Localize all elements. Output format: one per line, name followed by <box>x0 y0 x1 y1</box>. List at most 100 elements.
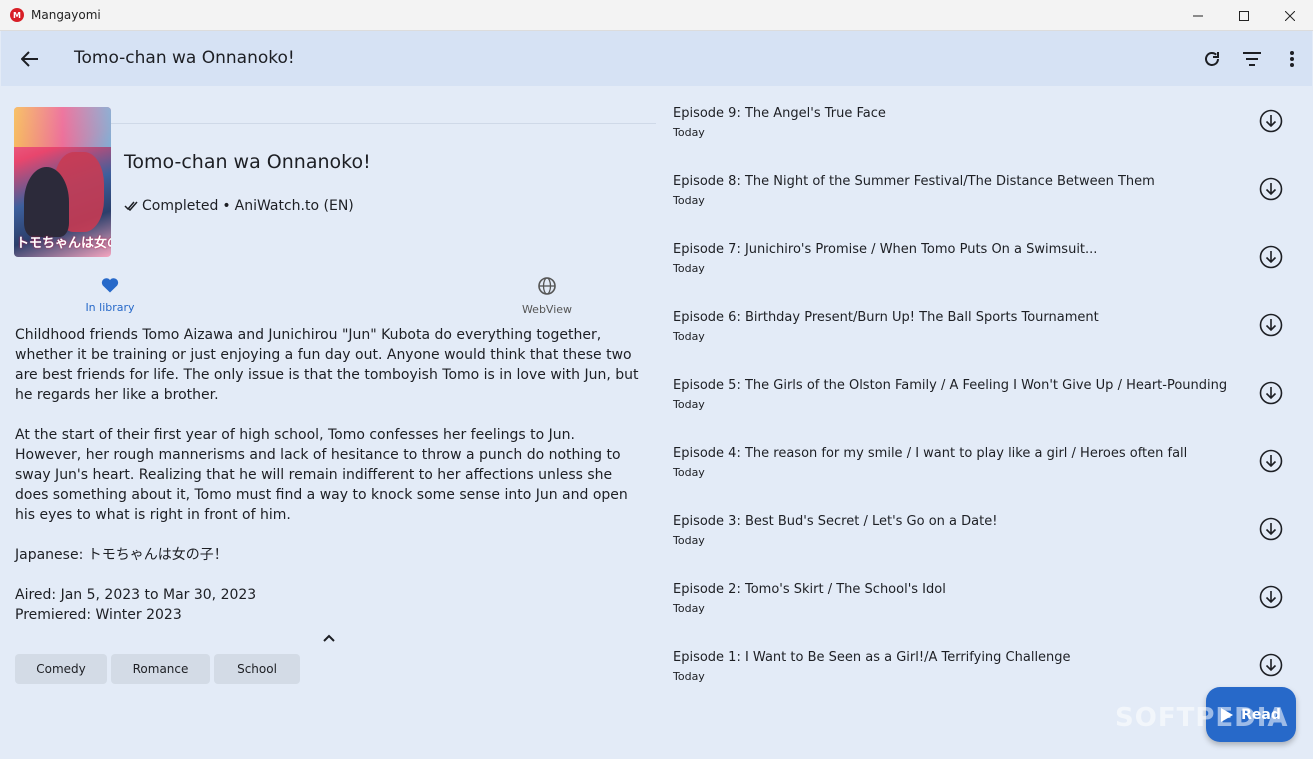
status-separator: • <box>222 198 231 214</box>
download-button[interactable] <box>1258 380 1284 406</box>
refresh-button[interactable] <box>1192 45 1232 73</box>
description-paragraph: At the start of their first year of high… <box>15 427 628 523</box>
episode-title: Episode 7: Junichiro's Promise / When To… <box>673 242 1098 257</box>
episode-title: Episode 4: The reason for my smile / I w… <box>673 446 1188 461</box>
download-button[interactable] <box>1258 108 1284 134</box>
download-icon <box>1259 109 1283 133</box>
episode-title: Episode 2: Tomo's Skirt / The School's I… <box>673 582 946 597</box>
divider <box>111 123 656 124</box>
episode-date: Today <box>673 670 705 683</box>
episode-title: Episode 9: The Angel's True Face <box>673 106 886 121</box>
download-icon <box>1259 653 1283 677</box>
episode-item[interactable]: Episode 6: Birthday Present/Burn Up! The… <box>673 306 1298 374</box>
back-button[interactable] <box>17 46 43 72</box>
episode-item[interactable]: Episode 7: Junichiro's Promise / When To… <box>673 238 1298 306</box>
filter-button[interactable] <box>1232 45 1272 73</box>
globe-icon <box>538 277 556 295</box>
manga-title: Tomo-chan wa Onnanoko! <box>124 151 371 173</box>
episode-item[interactable]: Episode 4: The reason for my smile / I w… <box>673 442 1298 510</box>
download-icon <box>1259 313 1283 337</box>
webview-button[interactable]: WebView <box>512 277 582 316</box>
cover-title-text: トモちゃんは女の子 <box>16 236 111 251</box>
episode-title: Episode 1: I Want to Be Seen as a Girl!/… <box>673 650 1071 665</box>
episode-title: Episode 3: Best Bud's Secret / Let's Go … <box>673 514 998 529</box>
download-icon <box>1259 381 1283 405</box>
cover-art-character <box>24 167 69 237</box>
download-button[interactable] <box>1258 584 1284 610</box>
japanese-title: Japanese: トモちゃんは女の子！ <box>15 547 228 563</box>
aired-text: Aired: Jan 5, 2023 to Mar 30, 2023 <box>15 587 257 603</box>
download-icon <box>1259 449 1283 473</box>
window-title: Mangayomi <box>31 8 101 22</box>
description: Childhood friends Tomo Aizawa and Junich… <box>15 325 645 625</box>
episode-item[interactable]: Episode 1: I Want to Be Seen as a Girl!/… <box>673 646 1298 714</box>
status-row: Completed • AniWatch.to (EN) <box>124 198 354 214</box>
download-icon <box>1259 245 1283 269</box>
more-vert-icon <box>1290 51 1294 67</box>
episode-title: Episode 5: The Girls of the Olston Famil… <box>673 378 1228 393</box>
episode-item[interactable]: Episode 3: Best Bud's Secret / Let's Go … <box>673 510 1298 578</box>
app-logo: M <box>10 8 24 22</box>
episode-date: Today <box>673 330 705 343</box>
episode-date: Today <box>673 602 705 615</box>
download-button[interactable] <box>1258 312 1284 338</box>
window-controls <box>1175 0 1313 31</box>
episode-date: Today <box>673 262 705 275</box>
close-icon <box>1285 10 1295 21</box>
download-icon <box>1259 517 1283 541</box>
maximize-icon <box>1239 10 1249 21</box>
arrow-back-icon <box>21 51 38 67</box>
download-button[interactable] <box>1258 652 1284 678</box>
heart-icon <box>101 278 119 293</box>
refresh-icon <box>1205 52 1219 66</box>
genre-chip[interactable]: Comedy <box>15 654 107 684</box>
download-icon <box>1259 585 1283 609</box>
app-logo-text: M <box>13 10 21 20</box>
in-library-button[interactable]: In library <box>76 277 144 314</box>
minimize-button[interactable] <box>1175 0 1221 31</box>
webview-label: WebView <box>521 303 573 316</box>
download-button[interactable] <box>1258 176 1284 202</box>
download-button[interactable] <box>1258 244 1284 270</box>
episode-date: Today <box>673 534 705 547</box>
done-all-icon <box>124 201 138 211</box>
episode-item[interactable]: Episode 5: The Girls of the Olston Famil… <box>673 374 1298 442</box>
download-icon <box>1259 177 1283 201</box>
page-title: Tomo-chan wa Onnanoko! <box>74 48 295 68</box>
episode-date: Today <box>673 466 705 479</box>
genre-chip[interactable]: School <box>214 654 300 684</box>
episode-item[interactable]: Episode 2: Tomo's Skirt / The School's I… <box>673 578 1298 646</box>
episode-title: Episode 8: The Night of the Summer Festi… <box>673 174 1155 189</box>
episode-list: Episode 9: The Angel's True Face Today E… <box>673 102 1298 714</box>
description-paragraph: Childhood friends Tomo Aizawa and Junich… <box>15 327 639 403</box>
download-button[interactable] <box>1258 448 1284 474</box>
in-library-label: In library <box>85 301 135 314</box>
close-window-button[interactable] <box>1267 0 1313 31</box>
download-button[interactable] <box>1258 516 1284 542</box>
status-text: Completed <box>142 198 219 214</box>
app-bar: Tomo-chan wa Onnanoko! <box>1 31 1312 86</box>
genre-chips: Comedy Romance School <box>15 654 300 684</box>
cover-art-sky <box>14 107 111 147</box>
appbar-actions <box>1192 45 1312 73</box>
read-label: Read <box>1241 706 1281 723</box>
premiered-text: Premiered: Winter 2023 <box>15 607 182 623</box>
more-button[interactable] <box>1272 45 1312 73</box>
maximize-button[interactable] <box>1221 0 1267 31</box>
episode-date: Today <box>673 194 705 207</box>
chevron-up-icon <box>323 634 335 642</box>
episode-item[interactable]: Episode 9: The Angel's True Face Today <box>673 102 1298 170</box>
cover-image[interactable]: トモちゃんは女の子 <box>14 107 111 257</box>
minimize-icon <box>1193 15 1203 16</box>
genre-chip[interactable]: Romance <box>111 654 210 684</box>
collapse-description-button[interactable] <box>319 628 339 648</box>
window-titlebar: M Mangayomi <box>0 0 1313 31</box>
episode-item[interactable]: Episode 8: The Night of the Summer Festi… <box>673 170 1298 238</box>
play-icon <box>1221 707 1234 722</box>
read-button[interactable]: Read <box>1206 687 1296 742</box>
filter-icon <box>1243 52 1261 66</box>
source-text: AniWatch.to (EN) <box>234 198 354 214</box>
episode-title: Episode 6: Birthday Present/Burn Up! The… <box>673 310 1099 325</box>
episode-date: Today <box>673 126 705 139</box>
episode-date: Today <box>673 398 705 411</box>
